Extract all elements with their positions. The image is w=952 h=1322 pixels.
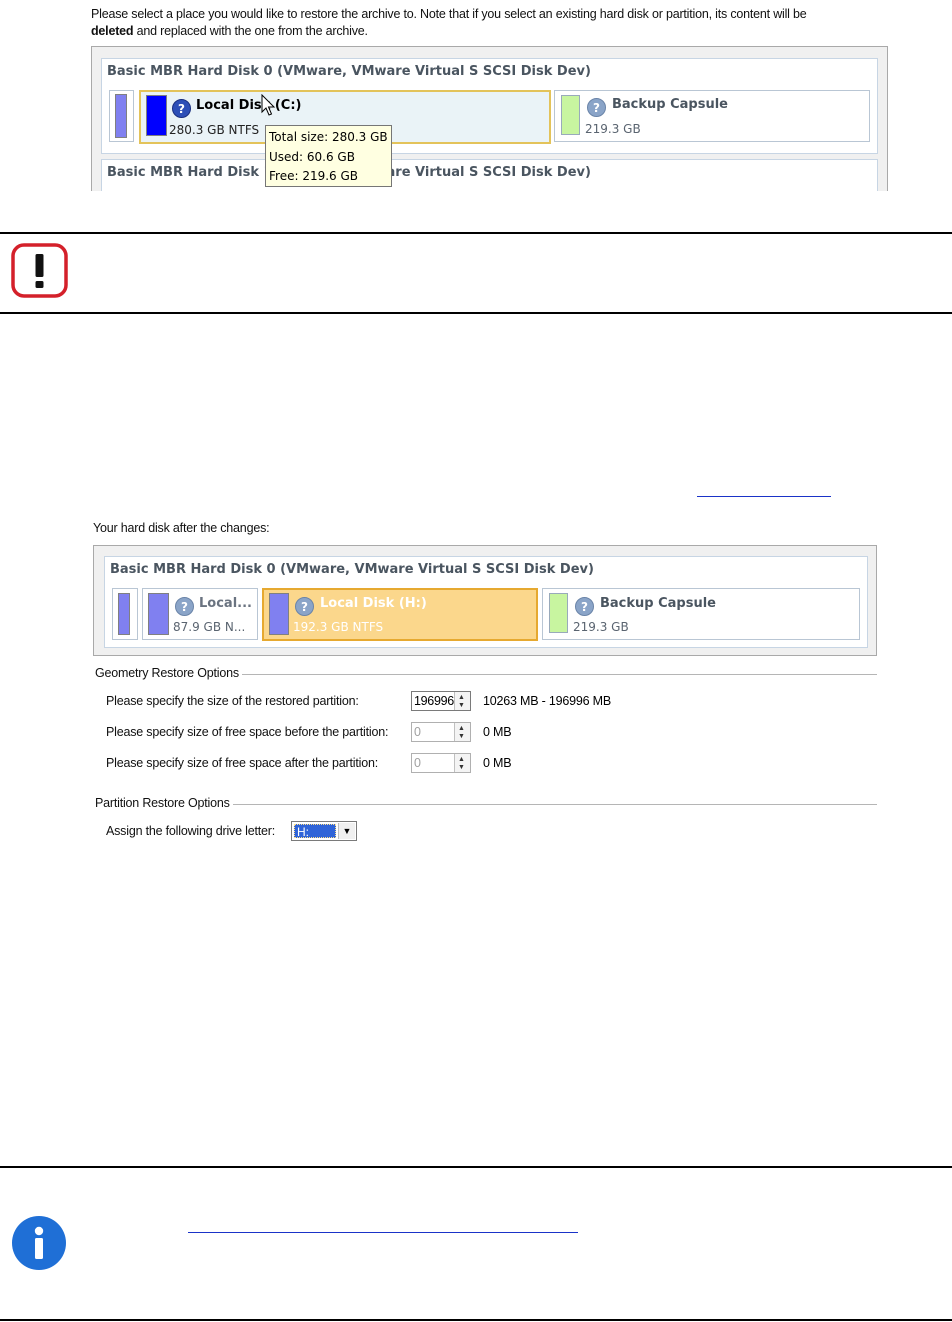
partition-local-bar xyxy=(148,593,169,635)
warning-top-rule xyxy=(0,232,952,234)
partition-h-size: 192.3 GB NTFS xyxy=(293,620,384,634)
spinner-arrows[interactable]: ▲ ▼ xyxy=(454,754,470,772)
partition-small-bar xyxy=(115,94,127,138)
restored-size-spinner[interactable]: 196996 ▲ ▼ xyxy=(411,691,471,711)
partition-backup-capsule-bottom[interactable]: ? Backup Capsule 219.3 GB xyxy=(542,588,860,640)
partition-small-top[interactable] xyxy=(109,90,134,142)
free-before-unit: 0 MB xyxy=(483,725,512,739)
disk0-title-bottom: Basic MBR Hard Disk 0 (VMware, VMware Vi… xyxy=(110,562,594,577)
partition-backup-capsule-top[interactable]: ? Backup Capsule 219.3 GB xyxy=(554,90,870,142)
partition-c-size: 280.3 GB NTFS xyxy=(169,123,260,137)
partition-group-label: Partition Restore Options xyxy=(95,796,233,810)
instruction-text: Please select a place you would like to … xyxy=(91,6,891,40)
mouse-pointer-icon xyxy=(261,94,276,116)
free-after-spinner[interactable]: 0 ▲ ▼ xyxy=(411,753,471,773)
restored-size-label: Please specify the size of the restored … xyxy=(106,694,359,708)
instruction-rest: and replaced with the one from the archi… xyxy=(133,24,368,38)
partition-local-first[interactable]: ? Local... 87.9 GB N... xyxy=(142,588,258,640)
spinner-arrows[interactable]: ▲ ▼ xyxy=(454,723,470,741)
question-icon: ? xyxy=(587,98,606,117)
free-after-value: 0 xyxy=(414,756,421,770)
instruction-line1: Please select a place you would like to … xyxy=(91,7,807,21)
capsule-name-bottom: Backup Capsule xyxy=(600,596,717,611)
question-icon: ? xyxy=(172,99,191,118)
question-icon: ? xyxy=(175,597,194,616)
capsule-size-top: 219.3 GB xyxy=(585,122,641,136)
partition-h-bar xyxy=(269,593,289,635)
free-before-value: 0 xyxy=(414,725,421,739)
info-icon xyxy=(12,1216,66,1270)
partition-local-name: Local... xyxy=(199,596,252,611)
partition-h-name: Local Disk (H:) xyxy=(320,596,427,611)
result-caption: Your hard disk after the changes: xyxy=(93,521,270,535)
free-before-spinner[interactable]: 0 ▲ ▼ xyxy=(411,722,471,742)
partition-small-bar xyxy=(118,593,130,635)
partition-local-size: 87.9 GB N... xyxy=(173,620,246,634)
free-before-label: Please specify size of free space before… xyxy=(106,725,389,739)
info-bottom-rule xyxy=(0,1319,952,1321)
disk0-title-top: Basic MBR Hard Disk 0 (VMware, VMware Vi… xyxy=(107,64,591,79)
drive-letter-value: H: xyxy=(294,824,336,839)
exclamation-warning-icon xyxy=(11,243,68,298)
capsule-size-bottom: 219.3 GB xyxy=(573,620,629,634)
question-icon: ? xyxy=(575,597,594,616)
free-after-label: Please specify size of free space after … xyxy=(106,756,378,770)
link-underline[interactable] xyxy=(697,496,831,497)
info-link-underline[interactable] xyxy=(188,1232,578,1233)
tooltip-total: Total size: 280.3 GB xyxy=(269,130,388,144)
capsule-name-top: Backup Capsule xyxy=(612,97,729,112)
spinner-arrows[interactable]: ▲ ▼ xyxy=(454,692,470,710)
free-after-unit: 0 MB xyxy=(483,756,512,770)
instruction-bold: deleted xyxy=(91,24,134,38)
tooltip-used: Used: 60.6 GB xyxy=(269,149,355,164)
drive-letter-label: Assign the following drive letter: xyxy=(106,824,275,838)
restored-size-range: 10263 MB - 196996 MB xyxy=(483,694,612,708)
info-top-rule xyxy=(0,1166,952,1168)
warning-bottom-rule xyxy=(0,312,952,314)
capsule-bar xyxy=(561,95,580,135)
partition-c-usage-bar xyxy=(146,95,167,136)
capsule-bar xyxy=(549,593,568,633)
drive-letter-select[interactable]: H: ▼ xyxy=(291,821,357,841)
partition-c-name: Local Disk (C:) xyxy=(196,98,302,113)
partition-tooltip: Total size: 280.3 GB Used: 60.6 GB Free:… xyxy=(265,125,392,187)
question-icon: ? xyxy=(295,597,314,616)
partition-small-bottom[interactable] xyxy=(112,588,138,640)
restored-size-value: 196996 xyxy=(414,694,454,708)
tooltip-free: Free: 219.6 GB xyxy=(269,169,359,183)
partition-local-h[interactable]: ? Local Disk (H:) 192.3 GB NTFS xyxy=(262,588,538,641)
geometry-group-label: Geometry Restore Options xyxy=(95,666,242,680)
chevron-down-icon[interactable]: ▼ xyxy=(338,823,355,839)
